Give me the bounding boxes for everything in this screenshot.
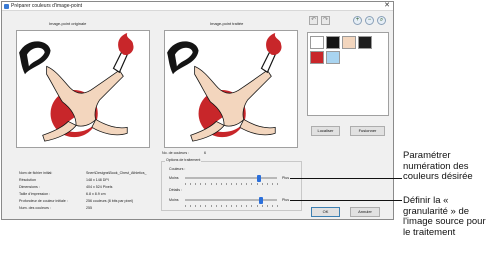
slider-tick — [195, 205, 196, 207]
slider-tick — [210, 205, 212, 207]
detail-slider-ticks — [185, 205, 278, 207]
slider-tick — [185, 205, 186, 207]
info-label: Résolution — [19, 178, 36, 182]
merge-colors-button[interactable]: Fusionner — [350, 126, 385, 136]
info-value: 404 x 524 Pixels — [86, 185, 113, 189]
slider-tick — [225, 205, 227, 207]
slider-tick — [220, 183, 222, 185]
info-label: Dimensions : — [19, 185, 40, 189]
ok-button[interactable]: OK — [311, 207, 340, 217]
processing-options-title: Options de traitement — [165, 158, 202, 162]
detail-slider-thumb[interactable] — [259, 197, 264, 204]
slider-tick — [200, 183, 201, 185]
slider-tick — [231, 205, 232, 207]
slider-tick — [246, 205, 247, 207]
slider-tick — [190, 205, 191, 207]
slider-tick — [210, 183, 212, 185]
info-value: 6.8 x 8.9 cm — [86, 192, 106, 196]
palette-swatch[interactable] — [358, 36, 372, 49]
info-value: Snen\Designs\Book_Chest_Athletics_ — [86, 171, 147, 175]
original-image-panel — [16, 30, 150, 148]
palette-swatch[interactable] — [326, 36, 340, 49]
dialog-title: Préparer couleurs d'image-point — [11, 3, 82, 9]
redo-button[interactable]: ↷ — [321, 16, 330, 25]
slider-tick — [205, 183, 207, 185]
slider-tick — [241, 205, 242, 207]
detail-slider-label: Détails : — [169, 188, 182, 192]
palette-swatch[interactable] — [310, 51, 324, 64]
info-label: Num. des couleurs : — [19, 206, 51, 210]
slider-tick — [277, 205, 278, 207]
slider-tick — [271, 183, 273, 185]
info-label: Taille d'impression : — [19, 192, 51, 196]
torch-runner-processed-image — [167, 32, 282, 142]
palette-swatch[interactable] — [342, 36, 356, 49]
slider-tick — [261, 183, 263, 185]
num-colors-label: No. de couleurs : — [162, 151, 190, 155]
zoom-fit-icon[interactable]: ⌕ — [377, 16, 386, 25]
original-image-caption: Image-point originale — [49, 21, 87, 26]
color-palette — [307, 32, 389, 116]
slider-tick — [195, 183, 196, 185]
slider-tick — [220, 205, 222, 207]
slider-tick — [251, 183, 253, 185]
prepare-colors-dialog: Préparer couleurs d'image-point ✕ Image-… — [1, 1, 394, 220]
info-value: 148 x 148 DPI — [86, 178, 109, 182]
processed-image-panel — [164, 30, 298, 148]
info-value: 255 — [86, 206, 92, 210]
slider-tick — [266, 183, 268, 185]
slider-tick — [261, 205, 263, 207]
detail-slider-track[interactable] — [185, 199, 277, 201]
granularity-callout-line — [290, 200, 402, 201]
slider-tick — [251, 205, 253, 207]
palette-swatch[interactable] — [310, 36, 324, 49]
info-label: Nom de fichier initial: — [19, 171, 53, 175]
processed-image-caption: Image-point traitée — [210, 21, 244, 26]
colors-annotation: Paramétrer numération des couleurs désir… — [403, 150, 473, 183]
slider-tick — [231, 183, 232, 185]
granularity-annotation: Définir la « granularité » de l'image so… — [403, 195, 486, 238]
select-color-button[interactable]: Localiser — [311, 126, 340, 136]
colors-slider-track[interactable] — [185, 177, 277, 179]
slider-tick — [241, 183, 242, 185]
detail-more-label: Plus — [282, 198, 289, 202]
close-icon[interactable]: ✕ — [384, 2, 390, 10]
colors-callout-line — [290, 178, 402, 179]
slider-tick — [256, 183, 258, 185]
app-icon — [4, 4, 9, 9]
colors-slider-thumb[interactable] — [256, 175, 261, 182]
colors-more-label: Plus — [282, 176, 289, 180]
info-value: 256 couleurs (8 bits par pixel) — [86, 199, 134, 203]
slider-tick — [215, 183, 217, 185]
cancel-button[interactable]: Annuler — [350, 207, 380, 217]
undo-button[interactable]: ↶ — [309, 16, 318, 25]
colors-less-label: Moins — [169, 176, 179, 180]
slider-tick — [225, 183, 227, 185]
palette-swatch[interactable] — [326, 51, 340, 64]
slider-tick — [266, 205, 268, 207]
num-colors-value: 6 — [204, 151, 206, 155]
slider-tick — [246, 183, 247, 185]
slider-tick — [190, 183, 191, 185]
slider-tick — [271, 205, 273, 207]
zoom-out-icon[interactable]: − — [365, 16, 374, 25]
slider-tick — [236, 183, 237, 185]
zoom-in-icon[interactable]: + — [353, 16, 362, 25]
slider-tick — [215, 205, 217, 207]
slider-tick — [185, 183, 186, 185]
title-bar: Préparer couleurs d'image-point ✕ — [2, 2, 393, 11]
colors-slider-ticks — [185, 183, 278, 185]
slider-tick — [200, 205, 201, 207]
colors-slider-label: Couleurs : — [169, 167, 186, 171]
slider-tick — [205, 205, 207, 207]
torch-runner-original-image — [19, 32, 134, 142]
slider-tick — [256, 205, 258, 207]
detail-less-label: Moins — [169, 198, 179, 202]
slider-tick — [277, 183, 278, 185]
info-label: Profondeur de couleur initiale : — [19, 199, 68, 203]
slider-tick — [236, 205, 237, 207]
